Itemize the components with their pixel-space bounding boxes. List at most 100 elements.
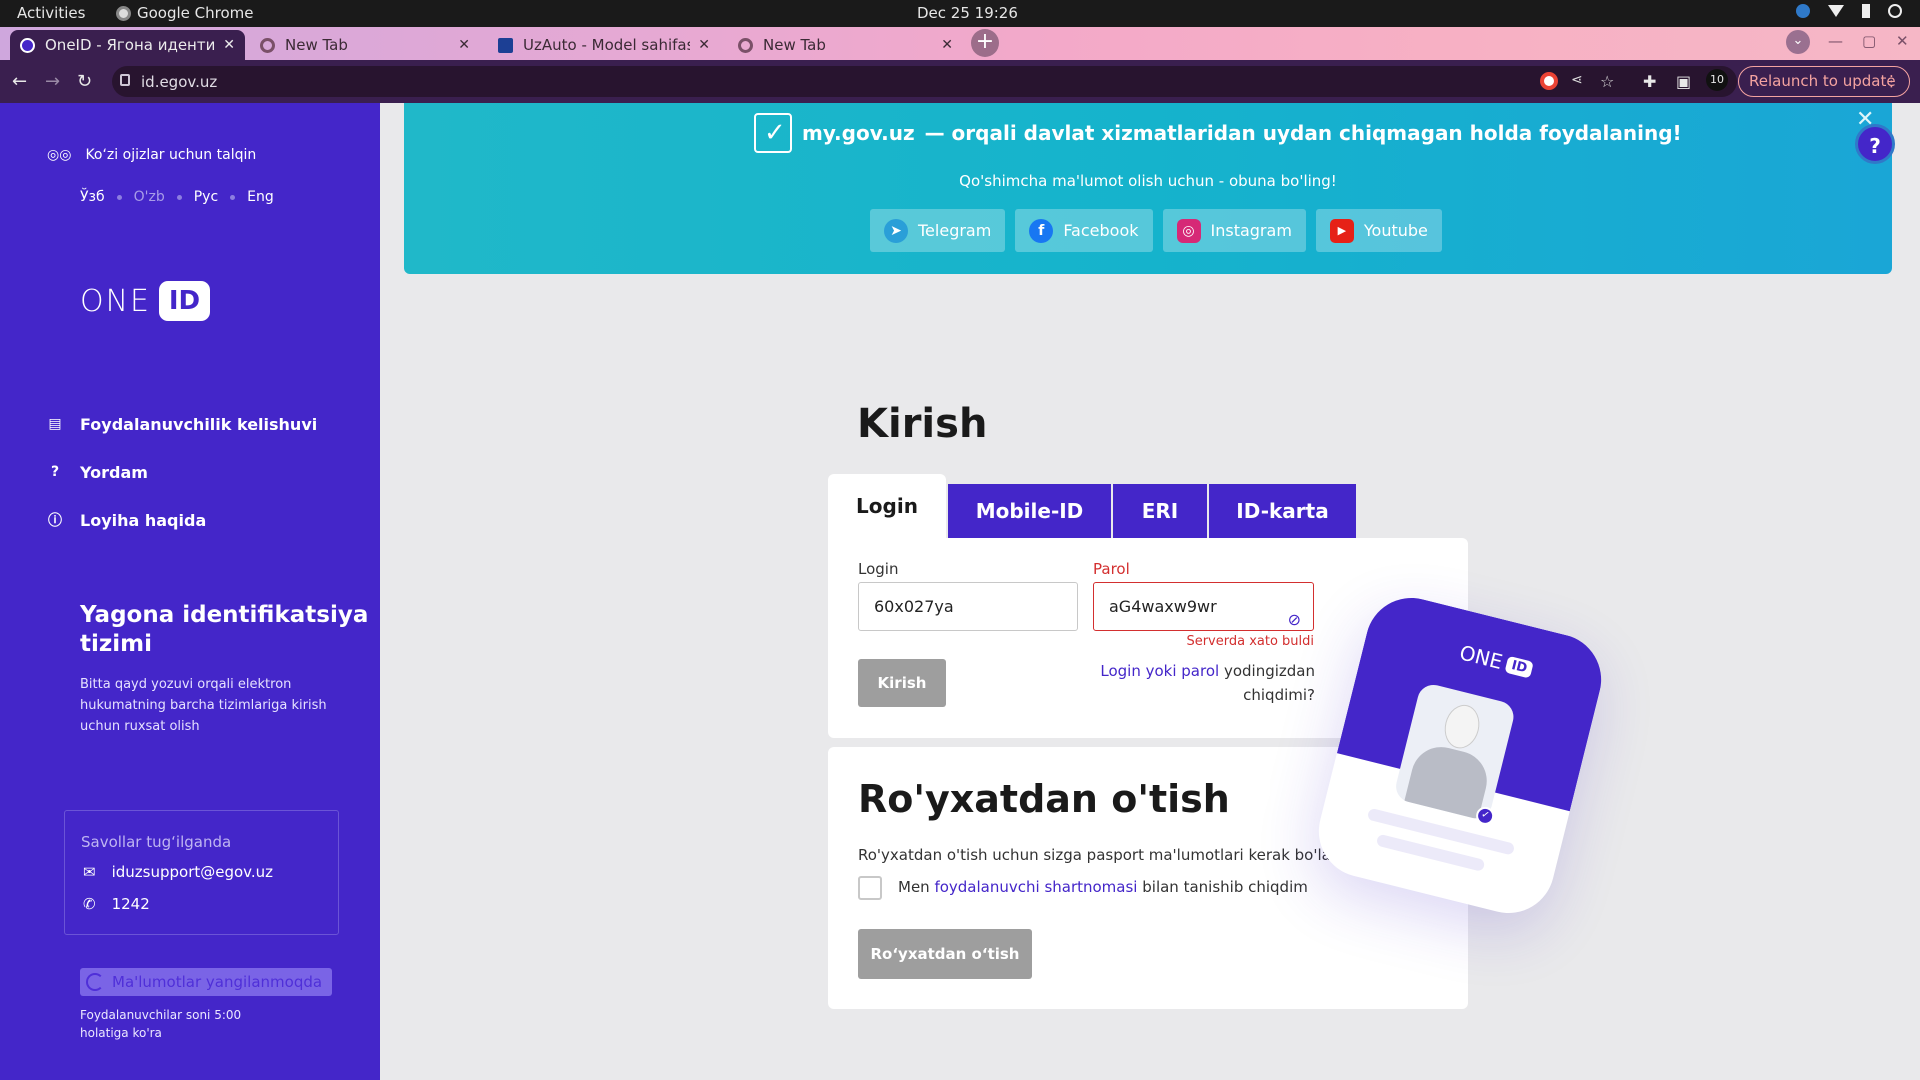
reload-icon[interactable]: ↻ bbox=[77, 71, 92, 92]
password-value: aG4waxw9wr bbox=[1109, 597, 1217, 616]
close-window-button[interactable]: ✕ bbox=[1896, 32, 1909, 50]
close-tab-icon[interactable]: ✕ bbox=[698, 37, 710, 53]
tab-search-chevron-icon[interactable]: ⌄ bbox=[1786, 30, 1810, 54]
facebook-icon: f bbox=[1029, 218, 1054, 243]
clock[interactable]: Dec 25 19:26 bbox=[917, 4, 1018, 22]
accessibility-toggle[interactable]: ◎◎ Ko‘zi ojizlar uchun talqin bbox=[47, 147, 256, 163]
tab-mobile-id[interactable]: Mobile-ID bbox=[948, 484, 1111, 538]
close-tab-icon[interactable]: ✕ bbox=[223, 37, 235, 53]
sidebar-item-label: Loyiha haqida bbox=[80, 510, 207, 530]
sidebar-headline: Yagona identifikatsiya tizimi bbox=[80, 602, 369, 657]
login-method-tabs: Login Mobile-ID ERI ID-karta bbox=[828, 474, 1358, 538]
more-menu-icon[interactable]: ⋮ bbox=[1884, 67, 1899, 96]
checkmark-logo-icon bbox=[754, 113, 792, 153]
extensions-icon[interactable]: ✚ bbox=[1643, 72, 1656, 91]
tab-eri[interactable]: ERI bbox=[1113, 484, 1207, 538]
agreement-checkbox[interactable] bbox=[858, 876, 882, 900]
bookmark-star-icon[interactable]: ☆ bbox=[1600, 72, 1618, 91]
close-tab-icon[interactable]: ✕ bbox=[941, 37, 953, 53]
social-links: ➤ Telegram f Facebook ◎ Instagram ▶ Yout… bbox=[870, 209, 1442, 252]
youtube-icon: ▶ bbox=[1329, 218, 1354, 243]
forward-arrow-icon[interactable]: → bbox=[45, 71, 60, 92]
lang-uz-latn[interactable]: O'zb bbox=[134, 189, 165, 205]
social-label: Youtube bbox=[1363, 221, 1428, 240]
password-input[interactable]: aG4waxw9wr ⊘ bbox=[1093, 582, 1314, 631]
google-lens-icon[interactable] bbox=[1540, 72, 1558, 90]
updating-label: Ma'lumotlar yangilanmoqda bbox=[112, 973, 323, 991]
os-top-bar: Activities Google Chrome Dec 25 19:26 bbox=[0, 0, 1920, 27]
banner-subtitle: Qo'shimcha ma'lumot olish uchun - obuna … bbox=[959, 172, 1337, 190]
chrome-icon bbox=[116, 5, 131, 21]
sidebar-description: Bitta qayd yozuvi orqali elektron hukuma… bbox=[80, 677, 327, 734]
login-input[interactable]: 60x027ya bbox=[858, 582, 1078, 631]
youtube-button[interactable]: ▶ Youtube bbox=[1315, 209, 1442, 252]
document-icon: ▤ bbox=[48, 416, 62, 432]
tab-title: New Tab bbox=[285, 36, 348, 54]
lang-en[interactable]: Eng bbox=[247, 189, 274, 205]
tab-title: New Tab bbox=[763, 36, 826, 54]
mail-icon: ✉ bbox=[83, 863, 96, 881]
lang-uz-cyrl[interactable]: Ўзб bbox=[80, 189, 105, 205]
share-icon[interactable]: ⋖ bbox=[1571, 72, 1589, 90]
power-icon bbox=[1888, 4, 1902, 18]
updating-badge: Ma'lumotlar yangilanmoqda bbox=[80, 968, 333, 996]
banner-brand: my.gov.uz bbox=[802, 121, 915, 145]
register-title: Ro'yxatdan o'tish bbox=[858, 777, 1230, 821]
instagram-button[interactable]: ◎ Instagram bbox=[1162, 209, 1306, 252]
tab-title: UzAuto - Model sahifasi bbox=[523, 36, 691, 54]
app-menu[interactable]: Google Chrome bbox=[116, 4, 254, 22]
tab-oneid[interactable]: OneID - Ягона идентиф ✕ bbox=[10, 30, 245, 60]
volume-icon bbox=[1862, 4, 1870, 18]
support-email[interactable]: ✉ iduzsupport@egov.uz bbox=[83, 863, 273, 881]
relaunch-button[interactable]: Relaunch to update ⋮ bbox=[1738, 66, 1910, 97]
forgot-credentials-text: yodingizdan chiqdimi? bbox=[1219, 662, 1315, 704]
profile-avatar-icon[interactable]: 10 bbox=[1706, 69, 1728, 91]
activities-button[interactable]: Activities bbox=[17, 4, 85, 22]
forgot-credentials-link[interactable]: Login yoki parol bbox=[1100, 662, 1219, 680]
user-agreement-link[interactable]: foydalanuvchi shartnomasi bbox=[934, 878, 1137, 896]
oneid-favicon-icon bbox=[20, 37, 35, 53]
facebook-button[interactable]: f Facebook bbox=[1015, 209, 1153, 252]
tab-uzauto[interactable]: UzAuto - Model sahifasi ✕ bbox=[488, 30, 720, 60]
separator-dot bbox=[230, 194, 236, 200]
question-icon: ? bbox=[50, 464, 60, 480]
social-label: Telegram bbox=[918, 221, 992, 240]
register-note: Ro'yxatdan o'tish uchun sizga pasport ma… bbox=[858, 846, 1350, 864]
side-panel-icon[interactable]: ▣ bbox=[1676, 72, 1691, 91]
agreement-text: Men foydalanuvchi shartnomasi bilan tani… bbox=[898, 878, 1308, 896]
telegram-button[interactable]: ➤ Telegram bbox=[870, 209, 1006, 252]
tab-login[interactable]: Login bbox=[828, 474, 946, 538]
system-tray[interactable] bbox=[1796, 4, 1902, 18]
address-bar[interactable]: id.egov.uz ⋖ ☆ bbox=[112, 66, 1737, 97]
phone-icon: ✆ bbox=[83, 895, 96, 913]
sidebar-item-help[interactable]: ? Yordam bbox=[47, 448, 317, 496]
oneid-logo[interactable]: ONE ID bbox=[80, 281, 211, 321]
login-submit-button[interactable]: Kirish bbox=[858, 659, 946, 707]
glasses-icon: ◎◎ bbox=[47, 147, 72, 163]
sidebar-item-label: Yordam bbox=[80, 462, 148, 482]
lang-ru[interactable]: Рус bbox=[194, 189, 218, 205]
forgot-credentials: Login yoki parol yodingizdan chiqdimi? bbox=[1098, 659, 1315, 707]
lock-icon[interactable] bbox=[120, 74, 130, 86]
help-question-button[interactable]: ? bbox=[1855, 124, 1895, 164]
new-tab-button[interactable]: + bbox=[971, 29, 999, 57]
close-tab-icon[interactable]: ✕ bbox=[458, 37, 470, 53]
sidebar: ◎◎ Ko‘zi ojizlar uchun talqin Ўзб O'zb Р… bbox=[0, 103, 380, 1080]
maximize-button[interactable]: ▢ bbox=[1862, 32, 1876, 50]
tab-id-karta[interactable]: ID-karta bbox=[1209, 484, 1356, 538]
back-arrow-icon[interactable]: ← bbox=[12, 71, 27, 92]
support-phone[interactable]: ✆ 1242 bbox=[83, 895, 150, 913]
minimize-button[interactable]: — bbox=[1828, 32, 1843, 50]
tab-new-tab-1[interactable]: New Tab ✕ bbox=[250, 30, 480, 60]
instagram-icon: ◎ bbox=[1176, 218, 1201, 243]
register-button[interactable]: Ro‘yxatdan o‘tish bbox=[858, 929, 1032, 979]
sidebar-item-user-agreement[interactable]: ▤ Foydalanuvchilik kelishuvi bbox=[47, 400, 317, 448]
user-avatar-icon bbox=[1796, 4, 1810, 18]
tab-new-tab-2[interactable]: New Tab ✕ bbox=[728, 30, 963, 60]
url-text[interactable]: id.egov.uz bbox=[141, 73, 217, 91]
support-box: Savollar tug‘ilganda ✉ iduzsupport@egov.… bbox=[64, 810, 339, 935]
accessibility-label: Ko‘zi ojizlar uchun talqin bbox=[85, 147, 257, 163]
password-label: Parol bbox=[1093, 560, 1130, 578]
sidebar-item-label: Foydalanuvchilik kelishuvi bbox=[80, 414, 318, 434]
sidebar-item-about[interactable]: ⓘ Loyiha haqida bbox=[47, 496, 317, 544]
